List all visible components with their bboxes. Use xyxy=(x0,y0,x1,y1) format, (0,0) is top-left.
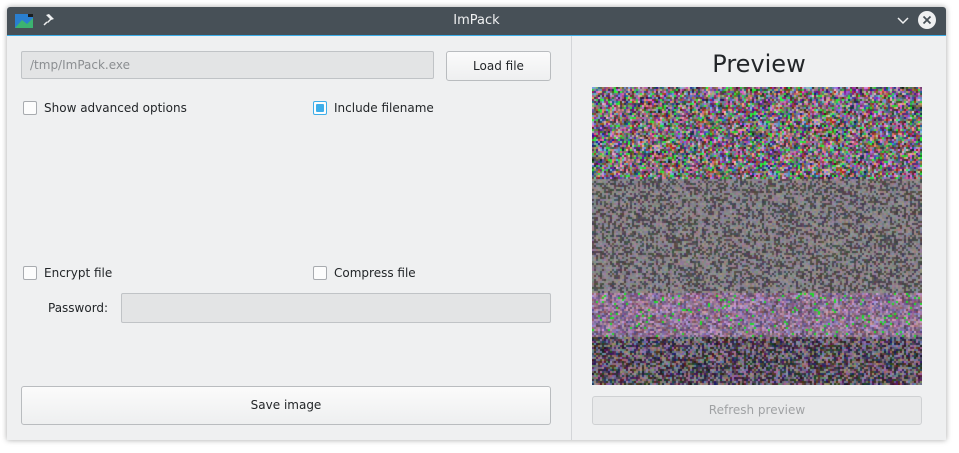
preview-image xyxy=(592,87,922,385)
minimize-button[interactable] xyxy=(893,11,913,31)
impack-window: ImPack /tmp/ImPack.exe Load file Show ad… xyxy=(7,7,946,440)
encrypt-file-checkbox[interactable]: Encrypt file xyxy=(23,266,112,280)
show-advanced-label: Show advanced options xyxy=(44,101,187,115)
compress-file-checkbox[interactable]: Compress file xyxy=(313,266,416,280)
preview-title: Preview xyxy=(712,50,806,78)
include-filename-label: Include filename xyxy=(334,101,434,115)
preview-panel: Preview Refresh preview xyxy=(572,36,946,440)
compress-file-label: Compress file xyxy=(334,266,416,280)
checkbox-box[interactable] xyxy=(313,266,327,280)
title-bar[interactable]: ImPack xyxy=(7,7,946,36)
options-panel: /tmp/ImPack.exe Load file Show advanced … xyxy=(7,36,571,440)
chevron-down-icon xyxy=(897,17,909,25)
include-filename-checkbox[interactable]: Include filename xyxy=(313,101,434,115)
checkbox-box[interactable] xyxy=(313,101,327,115)
close-button[interactable] xyxy=(918,11,938,31)
refresh-preview-button[interactable]: Refresh preview xyxy=(592,396,922,425)
load-file-button[interactable]: Load file xyxy=(446,51,551,81)
file-path-field[interactable]: /tmp/ImPack.exe xyxy=(21,51,434,79)
save-image-button[interactable]: Save image xyxy=(21,386,551,425)
window-title: ImPack xyxy=(453,13,500,28)
close-icon xyxy=(918,11,936,29)
show-advanced-checkbox[interactable]: Show advanced options xyxy=(23,101,187,115)
password-field[interactable] xyxy=(121,293,551,323)
password-label: Password: xyxy=(48,301,109,315)
encrypt-file-label: Encrypt file xyxy=(44,266,113,280)
checkbox-box[interactable] xyxy=(23,266,37,280)
checkbox-box[interactable] xyxy=(23,101,37,115)
